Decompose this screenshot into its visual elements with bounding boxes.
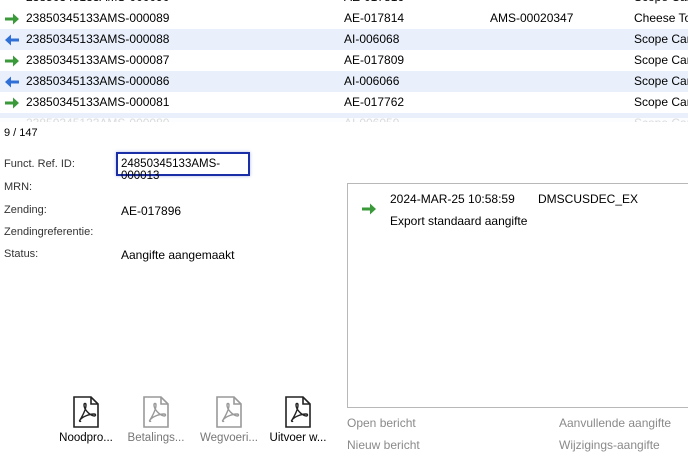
- declaration-list[interactable]: 23850345133AMS-000090 AE-017816 Scope Ca…: [0, 0, 688, 122]
- message-description: Export standaard aangifte: [390, 214, 528, 228]
- row-party: Scope Cargo: [634, 74, 688, 88]
- status-label: Status:: [4, 248, 39, 260]
- table-row[interactable]: 23850345133AMS-000089 AE-017814 AMS-0002…: [0, 8, 688, 29]
- arrow-right-icon: [5, 55, 19, 67]
- arrow-left-icon: [5, 34, 19, 46]
- status-value: Aangifte aangemaakt: [121, 248, 235, 262]
- table-row[interactable]: 23850345133AMS-000081 AE-017762 Scope Ca…: [0, 92, 688, 113]
- document-label: Uitvoer w...: [269, 432, 327, 444]
- document-label: Betalings...: [127, 432, 185, 444]
- row-ref: 23850345133AMS-000088: [26, 32, 170, 46]
- arrow-right-icon: [5, 97, 19, 109]
- arrow-right-icon: [362, 203, 376, 215]
- document-uitvoer[interactable]: Uitvoer w...: [262, 396, 334, 450]
- row-party: Scope Cargo: [634, 0, 688, 8]
- funct-ref-field[interactable]: 24850345133AMS-000013: [116, 152, 250, 182]
- funct-ref-value: 24850345133AMS-000013: [121, 158, 221, 182]
- row-shipment: AI-006068: [344, 32, 400, 46]
- arrow-right-icon: [5, 13, 19, 25]
- row-ref: 23850345133AMS-000089: [26, 11, 170, 25]
- document-noodprocedure[interactable]: Noodpro...: [50, 396, 122, 450]
- document-wegvoering[interactable]: Wegvoeri...: [193, 396, 265, 450]
- pdf-file-icon: [216, 396, 242, 428]
- table-row[interactable]: 23850345133AMS-000088 AI-006068 Scope Ca…: [0, 29, 688, 50]
- mrn-label: MRN:: [4, 181, 33, 193]
- row-shipment: AI-006066: [344, 74, 400, 88]
- row-party: Scope Cargo: [634, 53, 688, 67]
- message-list[interactable]: 2024-MAR-25 10:58:59 DMSCUSDEC_EX Export…: [347, 183, 688, 408]
- zendingreferentie-label: Zendingreferentie:: [4, 226, 94, 238]
- row-ref: 23850345133AMS-000081: [26, 95, 170, 109]
- row-ams: AMS-00020347: [490, 11, 574, 25]
- table-row[interactable]: 23850345133AMS-000090 AE-017816 Scope Ca…: [0, 0, 688, 8]
- row-party: Cheese Tooling: [634, 11, 688, 25]
- message-code: DMSCUSDEC_EX: [538, 192, 639, 206]
- row-party: Scope Cargo: [634, 95, 688, 109]
- table-row[interactable]: 23850345133AMS-000086 AI-006066 Scope Ca…: [0, 71, 688, 92]
- arrow-left-icon: [5, 76, 19, 88]
- row-ref: 23850345133AMS-000090: [26, 0, 169, 8]
- row-shipment: AE-017816: [344, 0, 404, 8]
- document-label: Noodpro...: [59, 432, 113, 444]
- row-ref: 23850345133AMS-000087: [26, 53, 170, 67]
- row-ref: 23850345133AMS-000086: [26, 74, 170, 88]
- row-shipment: AE-017809: [344, 53, 405, 67]
- pdf-file-icon: [73, 396, 99, 428]
- row-shipment: AE-017762: [344, 95, 405, 109]
- table-row[interactable]: 23850345133AMS-000087 AE-017809 Scope Ca…: [0, 50, 688, 71]
- supplementary-declaration-button[interactable]: Aanvullende aangifte: [559, 416, 671, 430]
- zending-value: AE-017896: [121, 204, 182, 218]
- row-party: Scope Cargo: [634, 32, 688, 46]
- amendment-declaration-button[interactable]: Wijzigings-aangifte: [559, 438, 660, 452]
- zending-label: Zending:: [4, 204, 47, 216]
- pdf-file-icon: [143, 396, 169, 428]
- new-message-button[interactable]: Nieuw bericht: [347, 438, 420, 452]
- document-label: Wegvoeri...: [200, 432, 258, 444]
- funct-ref-label: Funct. Ref. ID:: [4, 158, 75, 170]
- record-counter: 9 / 147: [4, 127, 38, 139]
- open-message-button[interactable]: Open bericht: [347, 416, 416, 430]
- row-shipment: AE-017814: [344, 11, 405, 25]
- document-betalingsbewijs[interactable]: Betalings...: [120, 396, 192, 450]
- list-fade: [0, 118, 688, 122]
- message-datetime: 2024-MAR-25 10:58:59: [390, 192, 515, 206]
- pdf-file-icon: [285, 396, 311, 428]
